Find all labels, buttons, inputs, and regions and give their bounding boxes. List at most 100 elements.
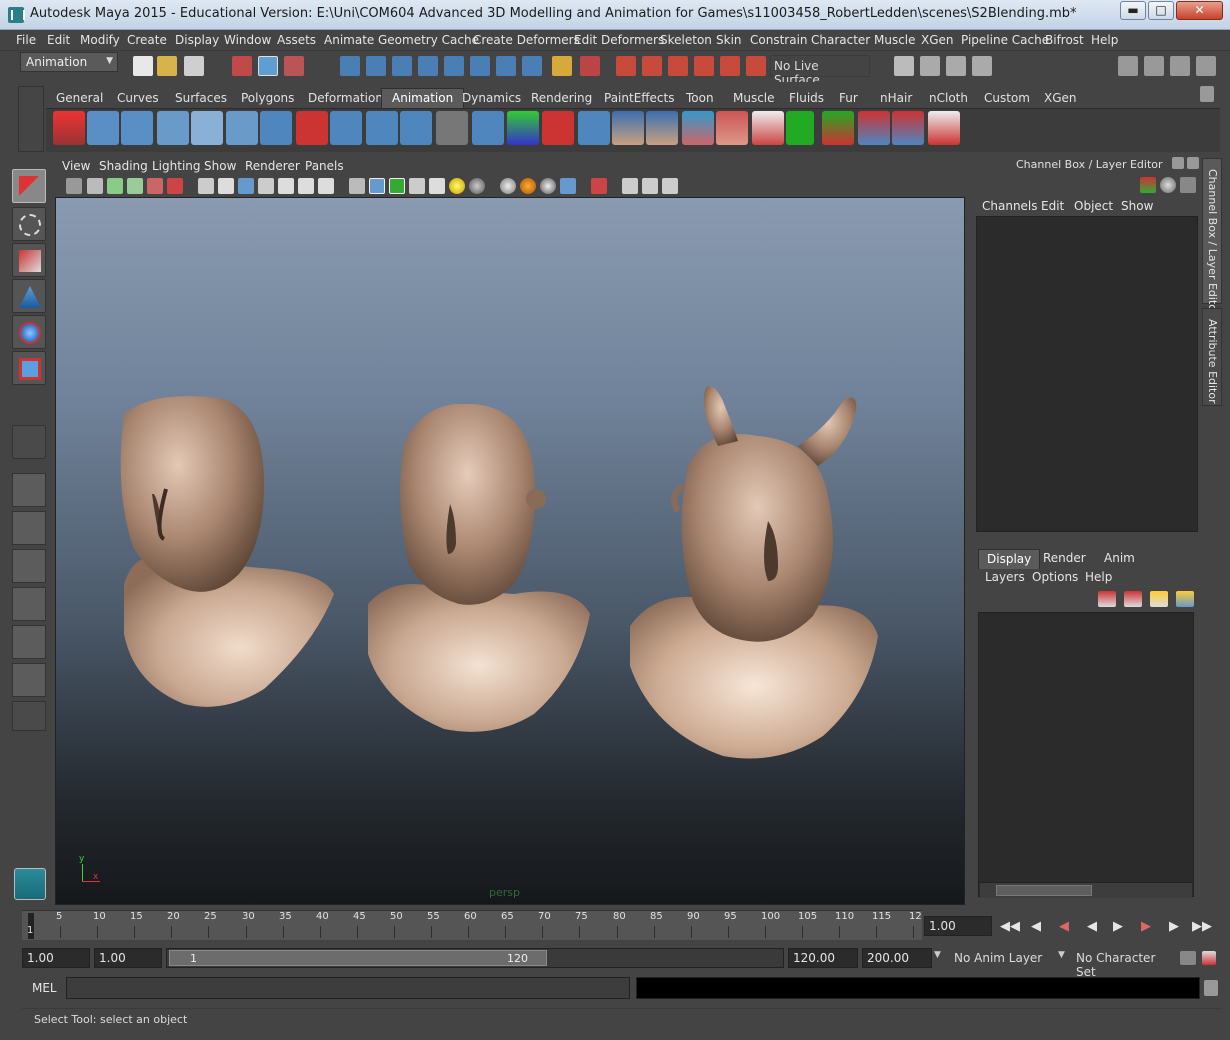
textured-icon[interactable] bbox=[409, 178, 425, 194]
new-layer-selected-icon[interactable] bbox=[1176, 591, 1194, 607]
snap-live-magnet-icon[interactable] bbox=[746, 56, 766, 76]
head-model-blend[interactable] bbox=[364, 404, 604, 734]
shadows-icon[interactable] bbox=[469, 178, 485, 194]
snap-curve-magnet-icon[interactable] bbox=[642, 56, 662, 76]
paint-weights-icon[interactable] bbox=[752, 111, 784, 145]
camera-attr-icon[interactable] bbox=[87, 178, 103, 194]
layer-list[interactable] bbox=[978, 612, 1194, 897]
open-scene-icon[interactable] bbox=[157, 56, 177, 76]
film-gate-icon[interactable] bbox=[218, 178, 234, 194]
step-back-key-button[interactable]: ◀ bbox=[1054, 917, 1074, 937]
shelf-tab-general[interactable]: General bbox=[56, 88, 103, 108]
menu-display[interactable]: Display bbox=[175, 33, 219, 47]
anti-aliasing-icon[interactable] bbox=[540, 178, 556, 194]
four-view-layout-button[interactable] bbox=[12, 511, 46, 545]
pole-vector-icon[interactable] bbox=[928, 111, 960, 145]
ik-handle-icon[interactable] bbox=[53, 111, 85, 145]
menu-help[interactable]: Help bbox=[1091, 33, 1118, 47]
step-forward-key-button[interactable]: ▶ bbox=[1136, 917, 1156, 937]
shelf-tab-curves[interactable]: Curves bbox=[117, 88, 159, 108]
shelf-tab-custom[interactable]: Custom bbox=[984, 88, 1030, 108]
locator-icon[interactable] bbox=[507, 111, 539, 145]
panel-menu-panels[interactable]: Panels bbox=[305, 159, 344, 173]
paint-select-button[interactable] bbox=[12, 243, 46, 277]
layer-tab-display[interactable]: Display bbox=[978, 549, 1041, 569]
time-slider[interactable]: 1 5 10 15 20 25 30 35 40 45 50 55 60 65 70 75 80 85 90 95 1… bbox=[22, 910, 922, 940]
layer-tab-anim[interactable]: Anim bbox=[1104, 549, 1135, 569]
move-tool-button[interactable] bbox=[12, 279, 46, 313]
shelf-tab-fur[interactable]: Fur bbox=[839, 88, 858, 108]
joint-tool-icon[interactable] bbox=[87, 111, 119, 145]
float-panel-icon[interactable] bbox=[1172, 157, 1184, 169]
render-view-icon[interactable] bbox=[894, 56, 914, 76]
connect-joint-icon[interactable] bbox=[260, 111, 292, 145]
layer-tab-render[interactable]: Render bbox=[1043, 549, 1086, 569]
xray-components-icon[interactable] bbox=[662, 178, 678, 194]
resolution-gate-icon[interactable] bbox=[238, 178, 254, 194]
gate-mask-icon[interactable] bbox=[258, 178, 274, 194]
shelf-tab-surfaces[interactable]: Surfaces bbox=[175, 88, 227, 108]
snap-curve-icon[interactable] bbox=[366, 56, 386, 76]
skeleton-icon[interactable] bbox=[157, 111, 189, 145]
menu-animate[interactable]: Animate bbox=[324, 33, 374, 47]
panel-menu-show[interactable]: Show bbox=[204, 159, 236, 173]
character-set-chevron-icon[interactable]: ▼ bbox=[1058, 950, 1065, 960]
menu-edit-deformers[interactable]: Edit Deformers bbox=[574, 33, 664, 47]
playback-start-field[interactable]: 1.00 bbox=[94, 948, 162, 968]
channel-box-toggle-icon[interactable] bbox=[1196, 56, 1216, 76]
shelf-tab-ncloth[interactable]: nCloth bbox=[929, 88, 968, 108]
bookmark-icon[interactable] bbox=[107, 178, 123, 194]
safe-title-icon[interactable] bbox=[318, 178, 334, 194]
graph-editor-layout-button[interactable] bbox=[12, 663, 46, 697]
shelf-tab-animation[interactable]: Animation bbox=[381, 88, 465, 108]
shelf-tab-xgen[interactable]: XGen bbox=[1044, 88, 1077, 108]
go-to-end-button[interactable]: ▶▶ bbox=[1192, 917, 1212, 937]
wrap-icon[interactable] bbox=[682, 111, 714, 145]
animation-start-field[interactable]: 1.00 bbox=[22, 948, 90, 968]
construction-history-icon[interactable] bbox=[470, 56, 490, 76]
speed-icon[interactable] bbox=[1160, 177, 1176, 193]
lock-icon[interactable] bbox=[552, 56, 572, 76]
close-panel-icon[interactable] bbox=[1187, 157, 1199, 169]
channel-box-side-tab[interactable]: Channel Box / Layer Editor bbox=[1202, 158, 1222, 316]
play-backward-button[interactable]: ◀ bbox=[1082, 917, 1102, 937]
character-set-dropdown[interactable]: No Character Set bbox=[1072, 948, 1178, 979]
field-chart-icon[interactable] bbox=[278, 178, 294, 194]
animation-prefs-icon[interactable] bbox=[1202, 951, 1216, 965]
select-hierarchy-icon[interactable] bbox=[232, 56, 252, 76]
aim-constraint-icon[interactable] bbox=[822, 111, 854, 145]
snap-point-icon[interactable] bbox=[392, 56, 412, 76]
shelf-tab-toon[interactable]: Toon bbox=[686, 88, 714, 108]
ik-spline-icon[interactable] bbox=[121, 111, 153, 145]
range-slider[interactable]: 1 120 bbox=[166, 948, 784, 968]
new-scene-icon[interactable] bbox=[133, 56, 153, 76]
shelf-tab-muscle[interactable]: Muscle bbox=[733, 88, 775, 108]
range-slider-handle[interactable]: 1 120 bbox=[169, 950, 547, 966]
minimize-button[interactable]: ▬ bbox=[1120, 1, 1146, 20]
mirror-joint-icon[interactable] bbox=[366, 111, 398, 145]
wireframe-on-shaded-icon[interactable] bbox=[389, 178, 405, 194]
select-object-icon[interactable] bbox=[258, 56, 278, 76]
cluster-icon[interactable] bbox=[472, 111, 504, 145]
menu-bifrost[interactable]: Bifrost bbox=[1045, 33, 1084, 47]
command-language-label[interactable]: MEL bbox=[22, 977, 64, 999]
select-tool-button[interactable] bbox=[12, 169, 46, 203]
panel-menu-shading[interactable]: Shading bbox=[99, 159, 148, 173]
save-scene-icon[interactable] bbox=[184, 56, 204, 76]
snap-grid-icon[interactable] bbox=[340, 56, 360, 76]
step-forward-frame-button[interactable]: ▶ bbox=[1164, 917, 1184, 937]
insert-joint-icon[interactable] bbox=[330, 111, 362, 145]
constraint-icon[interactable] bbox=[786, 111, 814, 145]
current-frame-field[interactable]: 1.00 bbox=[924, 916, 992, 936]
image-plane-icon[interactable] bbox=[127, 178, 143, 194]
shelf-tab-rendering[interactable]: Rendering bbox=[531, 88, 592, 108]
panel-menu-lighting[interactable]: Lighting bbox=[152, 159, 201, 173]
layer-menu-options[interactable]: Options bbox=[1032, 570, 1078, 584]
layer-scrollbar[interactable] bbox=[980, 882, 1192, 898]
hypershade-layout-button[interactable] bbox=[12, 625, 46, 659]
channel-box-menu-show[interactable]: Show bbox=[1121, 199, 1153, 213]
snap-point-magnet-icon[interactable] bbox=[668, 56, 688, 76]
lattice-icon[interactable] bbox=[436, 111, 468, 145]
anim-layer-chevron-icon[interactable]: ▼ bbox=[934, 950, 941, 960]
orient-constraint-icon[interactable] bbox=[858, 111, 890, 145]
